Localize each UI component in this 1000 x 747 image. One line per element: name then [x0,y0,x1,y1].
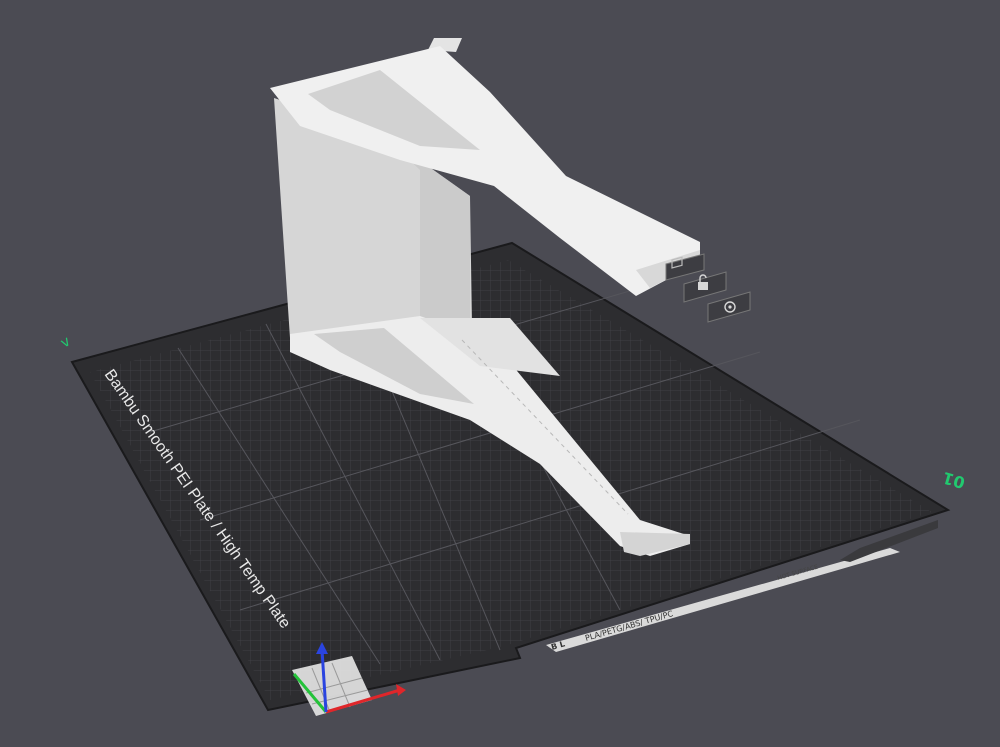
plate-marker-label: v [58,333,73,351]
plate-number-label: 01 [940,468,967,492]
plate-logo-label: B L [550,639,566,652]
gear-icon[interactable] [707,291,751,323]
scene-canvas[interactable]: Bambu Smooth PEI Plate / High Temp Plate… [0,0,1000,747]
3d-viewport[interactable]: Bambu Smooth PEI Plate / High Temp Plate… [0,0,1000,747]
lock-icon[interactable] [683,271,727,303]
build-plate[interactable] [70,241,951,712]
